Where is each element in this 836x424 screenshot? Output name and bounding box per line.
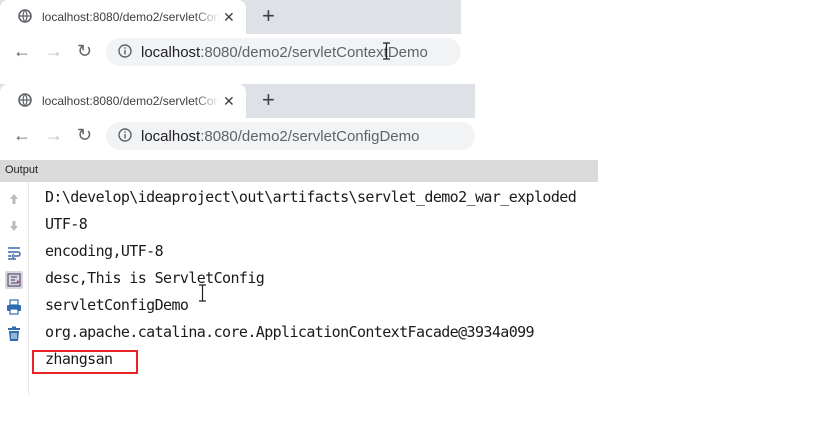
console-line: servletConfigDemo [45, 296, 189, 314]
reload-icon[interactable]: ↻ [77, 42, 92, 60]
highlight-annotation [32, 350, 138, 374]
info-icon[interactable] [118, 128, 132, 142]
scroll-to-end-icon[interactable] [5, 271, 23, 289]
output-title: Output [5, 164, 39, 176]
back-arrow-icon[interactable]: ← [13, 126, 31, 144]
plus-icon[interactable]: + [262, 89, 275, 111]
browser-window-2: localhost:8080/demo2/servletConfigDemo ✕… [0, 84, 475, 153]
url-host: localhost [141, 128, 201, 145]
soft-wrap-icon[interactable] [5, 244, 23, 262]
info-icon[interactable] [118, 44, 132, 58]
globe-icon [18, 93, 32, 107]
browser-toolbar: ← → ↻ localhost:8080/demo2/servletConfig… [0, 118, 475, 153]
forward-arrow-icon[interactable]: → [45, 42, 63, 60]
text-cursor-icon [199, 284, 206, 302]
browser-tab[interactable]: localhost:8080/demo2/servletContextDemo … [0, 0, 246, 34]
url-host: localhost [141, 44, 201, 61]
console-line: desc,This is ServletConfig [45, 269, 265, 287]
forward-arrow-icon[interactable]: → [45, 126, 63, 144]
close-icon[interactable]: ✕ [223, 93, 235, 109]
scroll-up-icon[interactable] [5, 190, 23, 208]
output-header: Output [0, 160, 598, 182]
url-text: localhost:8080/demo2/servletConfigDemo [141, 128, 420, 145]
console-line: org.apache.catalina.core.ApplicationCont… [45, 323, 535, 341]
address-bar[interactable]: localhost:8080/demo2/servletConfigDemo [106, 122, 475, 150]
globe-icon [18, 9, 32, 23]
url-path: :8080/demo2/servletConfigDemo [200, 128, 420, 145]
console-line: encoding,UTF-8 [45, 242, 164, 260]
print-icon[interactable] [5, 298, 23, 316]
tab-title: localhost:8080/demo2/servletContextDemo [42, 10, 220, 24]
browser-window-1: localhost:8080/demo2/servletContextDemo … [0, 0, 461, 69]
browser-toolbar: ← → ↻ localhost:8080/demo2/servletContex… [0, 34, 461, 69]
close-icon[interactable]: ✕ [223, 9, 235, 25]
text-cursor-icon [383, 42, 390, 60]
browser-tab[interactable]: localhost:8080/demo2/servletConfigDemo ✕ [0, 84, 246, 118]
scroll-down-icon[interactable] [5, 217, 23, 235]
trash-icon[interactable] [5, 325, 23, 343]
url-path: :8080/demo2/servletContextDemo [200, 44, 428, 61]
reload-icon[interactable]: ↻ [77, 126, 92, 144]
back-arrow-icon[interactable]: ← [13, 42, 31, 60]
console-line: D:\develop\ideaproject\out\artifacts\ser… [45, 188, 577, 206]
console-line: UTF-8 [45, 215, 88, 233]
output-toolbar [0, 182, 29, 395]
plus-icon[interactable]: + [262, 5, 275, 27]
address-bar[interactable]: localhost:8080/demo2/servletContextDemo [106, 38, 461, 66]
tab-title: localhost:8080/demo2/servletConfigDemo [42, 94, 220, 108]
